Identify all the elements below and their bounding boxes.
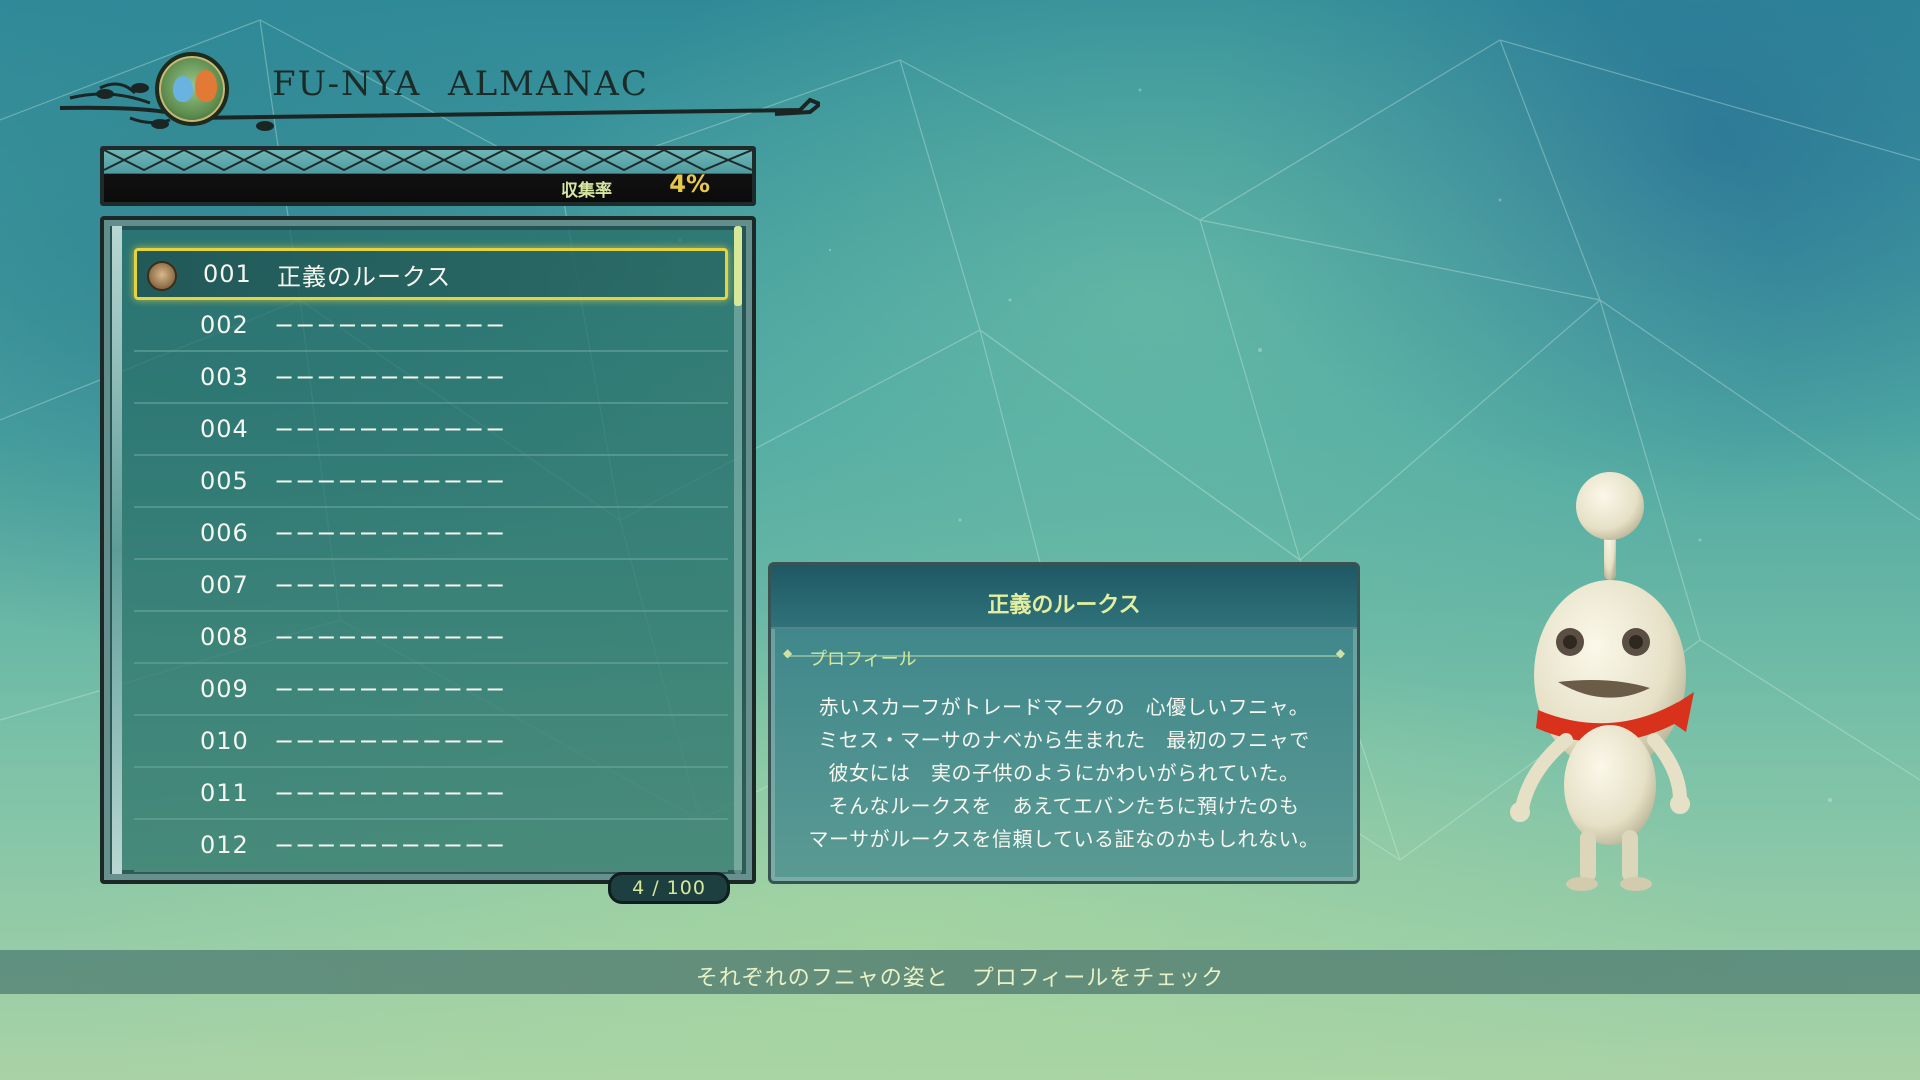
list-item[interactable]: 003 −−−−−−−−−−− bbox=[134, 352, 728, 404]
collection-rate-value: 4% bbox=[669, 170, 710, 198]
list-item-name: −−−−−−−−−−− bbox=[274, 571, 507, 599]
profile-panel: 正義のルークス プロフィール 赤いスカーフがトレードマークの 心優しいフニャ。 … bbox=[768, 562, 1360, 884]
list-item[interactable]: 006 −−−−−−−−−−− bbox=[134, 508, 728, 560]
funya-emblem-icon bbox=[155, 52, 229, 126]
list-item[interactable]: 008 −−−−−−−−−−− bbox=[134, 612, 728, 664]
list-item-name: −−−−−−−−−−− bbox=[274, 415, 507, 443]
hint-bar: それぞれのフニャの姿と プロフィールをチェック bbox=[0, 950, 1920, 994]
list-item-name: −−−−−−−−−−− bbox=[274, 519, 507, 547]
list-scroll-thumb[interactable] bbox=[734, 226, 742, 306]
list-item-name: −−−−−−−−−−− bbox=[274, 467, 507, 495]
list-item[interactable]: 011 −−−−−−−−−−− bbox=[134, 768, 728, 820]
list-item-number: 002 bbox=[200, 311, 249, 339]
list-item-number: 003 bbox=[200, 363, 249, 391]
luxe-portrait-icon bbox=[147, 261, 177, 291]
page-title: FU-NYA ALMANAC bbox=[272, 64, 649, 104]
list-item[interactable]: 010 −−−−−−−−−−− bbox=[134, 716, 728, 768]
list-item-number: 011 bbox=[200, 779, 249, 807]
list-item[interactable]: 012 −−−−−−−−−−− bbox=[134, 820, 728, 872]
list-item[interactable]: 002 −−−−−−−−−−− bbox=[134, 300, 728, 352]
list-item-name: −−−−−−−−−−− bbox=[274, 363, 507, 391]
collection-rate-bar: 収集率 4% bbox=[100, 146, 756, 206]
profile-line: 彼女には 実の子供のようにかわいがられていた。 bbox=[828, 761, 1300, 785]
list-item-number: 009 bbox=[200, 675, 249, 703]
list-item-number: 010 bbox=[200, 727, 249, 755]
page-count-badge: 4 / 100 bbox=[608, 872, 730, 904]
list-item-number: 008 bbox=[200, 623, 249, 651]
list-item[interactable]: 005 −−−−−−−−−−− bbox=[134, 456, 728, 508]
list-item-name: −−−−−−−−−−− bbox=[274, 311, 507, 339]
list-item-number: 006 bbox=[200, 519, 249, 547]
list-item-name: −−−−−−−−−−− bbox=[274, 675, 507, 703]
profile-line: マーサがルークスを信頼している証なのかもしれない。 bbox=[808, 827, 1320, 851]
list-item-name: −−−−−−−−−−− bbox=[274, 727, 507, 755]
list-item-name: −−−−−−−−−−− bbox=[274, 779, 507, 807]
collection-rate-label: 収集率 bbox=[561, 181, 612, 201]
profile-section-label: プロフィール bbox=[809, 649, 917, 670]
funya-list: 001 正義のルークス 002 −−−−−−−−−−− 003 −−−−−−−−… bbox=[134, 248, 728, 872]
funya-character-model bbox=[1510, 472, 1694, 891]
list-item-number: 007 bbox=[200, 571, 249, 599]
list-item-number: 012 bbox=[200, 831, 249, 859]
profile-line: ミセス・マーサのナベから生まれた 最初のフニャで bbox=[818, 728, 1310, 752]
list-item-number: 004 bbox=[200, 415, 249, 443]
list-item-number: 001 bbox=[203, 260, 252, 288]
list-item[interactable]: 007 −−−−−−−−−−− bbox=[134, 560, 728, 612]
list-item[interactable]: 004 −−−−−−−−−−− bbox=[134, 404, 728, 456]
stained-glass-decoration bbox=[104, 150, 752, 172]
list-scrollbar[interactable] bbox=[734, 226, 742, 874]
list-item-name: −−−−−−−−−−− bbox=[274, 623, 507, 651]
list-item-name: 正義のルークス bbox=[277, 262, 452, 291]
list-item-selected[interactable]: 001 正義のルークス bbox=[134, 248, 728, 300]
list-item-name: −−−−−−−−−−− bbox=[274, 831, 507, 859]
hint-text: それぞれのフニャの姿と プロフィールをチェック bbox=[695, 966, 1225, 991]
list-item[interactable]: 009 −−−−−−−−−−− bbox=[134, 664, 728, 716]
profile-name: 正義のルークス bbox=[987, 593, 1141, 618]
profile-line: そんなルークスを あえてエバンたちに預けたのも bbox=[828, 794, 1300, 818]
funya-list-panel: 001 正義のルークス 002 −−−−−−−−−−− 003 −−−−−−−−… bbox=[100, 216, 756, 884]
profile-description: 赤いスカーフがトレードマークの 心優しいフニャ。 ミセス・マーサのナベから生まれ… bbox=[771, 691, 1357, 856]
list-item-number: 005 bbox=[200, 467, 249, 495]
profile-line: 赤いスカーフがトレードマークの 心優しいフニャ。 bbox=[818, 695, 1310, 719]
